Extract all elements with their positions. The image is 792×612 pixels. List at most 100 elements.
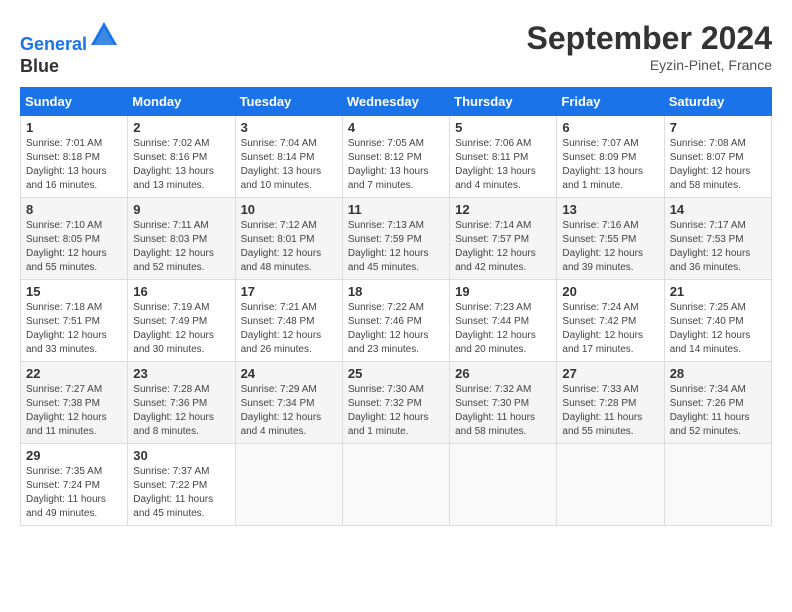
- day-detail: Sunrise: 7:01 AMSunset: 8:18 PMDaylight:…: [26, 137, 122, 193]
- calendar-cell: 18 Sunrise: 7:22 AMSunset: 7:46 PMDayligh…: [342, 280, 449, 362]
- day-number: 1: [26, 120, 122, 135]
- day-number: 9: [133, 202, 229, 217]
- day-number: 25: [348, 366, 444, 381]
- day-detail: Sunrise: 7:14 AMSunset: 7:57 PMDaylight:…: [455, 219, 551, 275]
- page-header: GeneralBlue September 2024 Eyzin-Pinet, …: [20, 20, 772, 77]
- day-number: 7: [670, 120, 766, 135]
- day-detail: Sunrise: 7:28 AMSunset: 7:36 PMDaylight:…: [133, 383, 229, 439]
- calendar-cell: 1 Sunrise: 7:01 AMSunset: 8:18 PMDaylight…: [21, 116, 128, 198]
- day-detail: Sunrise: 7:17 AMSunset: 7:53 PMDaylight:…: [670, 219, 766, 275]
- day-number: 12: [455, 202, 551, 217]
- calendar-cell: 2 Sunrise: 7:02 AMSunset: 8:16 PMDaylight…: [128, 116, 235, 198]
- day-detail: Sunrise: 7:13 AMSunset: 7:59 PMDaylight:…: [348, 219, 444, 275]
- day-detail: Sunrise: 7:19 AMSunset: 7:49 PMDaylight:…: [133, 301, 229, 357]
- calendar-week-4: 22 Sunrise: 7:27 AMSunset: 7:38 PMDayligh…: [21, 362, 772, 444]
- calendar-cell: 26 Sunrise: 7:32 AMSunset: 7:30 PMDayligh…: [450, 362, 557, 444]
- day-number: 16: [133, 284, 229, 299]
- day-number: 27: [562, 366, 658, 381]
- day-detail: Sunrise: 7:10 AMSunset: 8:05 PMDaylight:…: [26, 219, 122, 275]
- day-number: 11: [348, 202, 444, 217]
- day-detail: Sunrise: 7:32 AMSunset: 7:30 PMDaylight:…: [455, 383, 551, 439]
- calendar-cell: 25 Sunrise: 7:30 AMSunset: 7:32 PMDayligh…: [342, 362, 449, 444]
- day-detail: Sunrise: 7:16 AMSunset: 7:55 PMDaylight:…: [562, 219, 658, 275]
- day-detail: Sunrise: 7:33 AMSunset: 7:28 PMDaylight:…: [562, 383, 658, 439]
- calendar-cell: [450, 444, 557, 526]
- calendar-cell: 16 Sunrise: 7:19 AMSunset: 7:49 PMDayligh…: [128, 280, 235, 362]
- day-detail: Sunrise: 7:27 AMSunset: 7:38 PMDaylight:…: [26, 383, 122, 439]
- calendar-cell: [342, 444, 449, 526]
- calendar-cell: 3 Sunrise: 7:04 AMSunset: 8:14 PMDaylight…: [235, 116, 342, 198]
- day-of-week-thursday: Thursday: [450, 88, 557, 116]
- calendar-table: SundayMondayTuesdayWednesdayThursdayFrid…: [20, 87, 772, 526]
- calendar-cell: 22 Sunrise: 7:27 AMSunset: 7:38 PMDayligh…: [21, 362, 128, 444]
- day-number: 22: [26, 366, 122, 381]
- calendar-cell: 21 Sunrise: 7:25 AMSunset: 7:40 PMDayligh…: [664, 280, 771, 362]
- calendar-cell: 13 Sunrise: 7:16 AMSunset: 7:55 PMDayligh…: [557, 198, 664, 280]
- month-title: September 2024: [527, 20, 772, 57]
- calendar-week-5: 29Sunrise: 7:35 AMSunset: 7:24 PMDayligh…: [21, 444, 772, 526]
- calendar-cell: [557, 444, 664, 526]
- day-of-week-tuesday: Tuesday: [235, 88, 342, 116]
- day-detail: Sunrise: 7:12 AMSunset: 8:01 PMDaylight:…: [241, 219, 337, 275]
- day-number: 13: [562, 202, 658, 217]
- calendar-cell: 7Sunrise: 7:08 AMSunset: 8:07 PMDaylight…: [664, 116, 771, 198]
- day-detail: Sunrise: 7:07 AMSunset: 8:09 PMDaylight:…: [562, 137, 658, 193]
- calendar-cell: 27 Sunrise: 7:33 AMSunset: 7:28 PMDayligh…: [557, 362, 664, 444]
- calendar-week-2: 8Sunrise: 7:10 AMSunset: 8:05 PMDaylight…: [21, 198, 772, 280]
- calendar-cell: 14 Sunrise: 7:17 AMSunset: 7:53 PMDayligh…: [664, 198, 771, 280]
- day-number: 18: [348, 284, 444, 299]
- day-detail: Sunrise: 7:37 AMSunset: 7:22 PMDaylight:…: [133, 465, 229, 521]
- calendar-cell: 11 Sunrise: 7:13 AMSunset: 7:59 PMDayligh…: [342, 198, 449, 280]
- location: Eyzin-Pinet, France: [527, 57, 772, 73]
- calendar-cell: 9 Sunrise: 7:11 AMSunset: 8:03 PMDaylight…: [128, 198, 235, 280]
- day-number: 14: [670, 202, 766, 217]
- day-number: 4: [348, 120, 444, 135]
- day-detail: Sunrise: 7:23 AMSunset: 7:44 PMDaylight:…: [455, 301, 551, 357]
- day-of-week-sunday: Sunday: [21, 88, 128, 116]
- day-number: 2: [133, 120, 229, 135]
- calendar-cell: 23 Sunrise: 7:28 AMSunset: 7:36 PMDayligh…: [128, 362, 235, 444]
- calendar-cell: 30 Sunrise: 7:37 AMSunset: 7:22 PMDayligh…: [128, 444, 235, 526]
- day-number: 17: [241, 284, 337, 299]
- calendar-cell: 19 Sunrise: 7:23 AMSunset: 7:44 PMDayligh…: [450, 280, 557, 362]
- calendar-week-3: 15 Sunrise: 7:18 AMSunset: 7:51 PMDayligh…: [21, 280, 772, 362]
- day-detail: Sunrise: 7:11 AMSunset: 8:03 PMDaylight:…: [133, 219, 229, 275]
- day-of-week-friday: Friday: [557, 88, 664, 116]
- day-detail: Sunrise: 7:29 AMSunset: 7:34 PMDaylight:…: [241, 383, 337, 439]
- calendar-cell: [235, 444, 342, 526]
- day-number: 21: [670, 284, 766, 299]
- day-detail: Sunrise: 7:30 AMSunset: 7:32 PMDaylight:…: [348, 383, 444, 439]
- day-detail: Sunrise: 7:04 AMSunset: 8:14 PMDaylight:…: [241, 137, 337, 193]
- day-number: 24: [241, 366, 337, 381]
- day-number: 26: [455, 366, 551, 381]
- calendar-cell: 6Sunrise: 7:07 AMSunset: 8:09 PMDaylight…: [557, 116, 664, 198]
- day-number: 20: [562, 284, 658, 299]
- day-number: 5: [455, 120, 551, 135]
- logo: GeneralBlue: [20, 20, 119, 77]
- day-number: 15: [26, 284, 122, 299]
- calendar-cell: 5 Sunrise: 7:06 AMSunset: 8:11 PMDaylight…: [450, 116, 557, 198]
- day-number: 3: [241, 120, 337, 135]
- day-number: 23: [133, 366, 229, 381]
- day-detail: Sunrise: 7:25 AMSunset: 7:40 PMDaylight:…: [670, 301, 766, 357]
- day-detail: Sunrise: 7:02 AMSunset: 8:16 PMDaylight:…: [133, 137, 229, 193]
- day-of-week-wednesday: Wednesday: [342, 88, 449, 116]
- calendar-cell: 17Sunrise: 7:21 AMSunset: 7:48 PMDayligh…: [235, 280, 342, 362]
- day-detail: Sunrise: 7:22 AMSunset: 7:46 PMDaylight:…: [348, 301, 444, 357]
- calendar-header-row: SundayMondayTuesdayWednesdayThursdayFrid…: [21, 88, 772, 116]
- day-number: 29: [26, 448, 122, 463]
- calendar-cell: 24 Sunrise: 7:29 AMSunset: 7:34 PMDayligh…: [235, 362, 342, 444]
- day-detail: Sunrise: 7:06 AMSunset: 8:11 PMDaylight:…: [455, 137, 551, 193]
- day-number: 19: [455, 284, 551, 299]
- day-number: 30: [133, 448, 229, 463]
- calendar-cell: 15 Sunrise: 7:18 AMSunset: 7:51 PMDayligh…: [21, 280, 128, 362]
- logo-icon: [89, 20, 119, 50]
- day-detail: Sunrise: 7:24 AMSunset: 7:42 PMDaylight:…: [562, 301, 658, 357]
- logo-text: GeneralBlue: [20, 20, 119, 77]
- day-detail: Sunrise: 7:18 AMSunset: 7:51 PMDaylight:…: [26, 301, 122, 357]
- title-area: September 2024 Eyzin-Pinet, France: [527, 20, 772, 73]
- calendar-cell: [664, 444, 771, 526]
- calendar-cell: 4Sunrise: 7:05 AMSunset: 8:12 PMDaylight…: [342, 116, 449, 198]
- calendar-cell: 12 Sunrise: 7:14 AMSunset: 7:57 PMDayligh…: [450, 198, 557, 280]
- calendar-cell: 8Sunrise: 7:10 AMSunset: 8:05 PMDaylight…: [21, 198, 128, 280]
